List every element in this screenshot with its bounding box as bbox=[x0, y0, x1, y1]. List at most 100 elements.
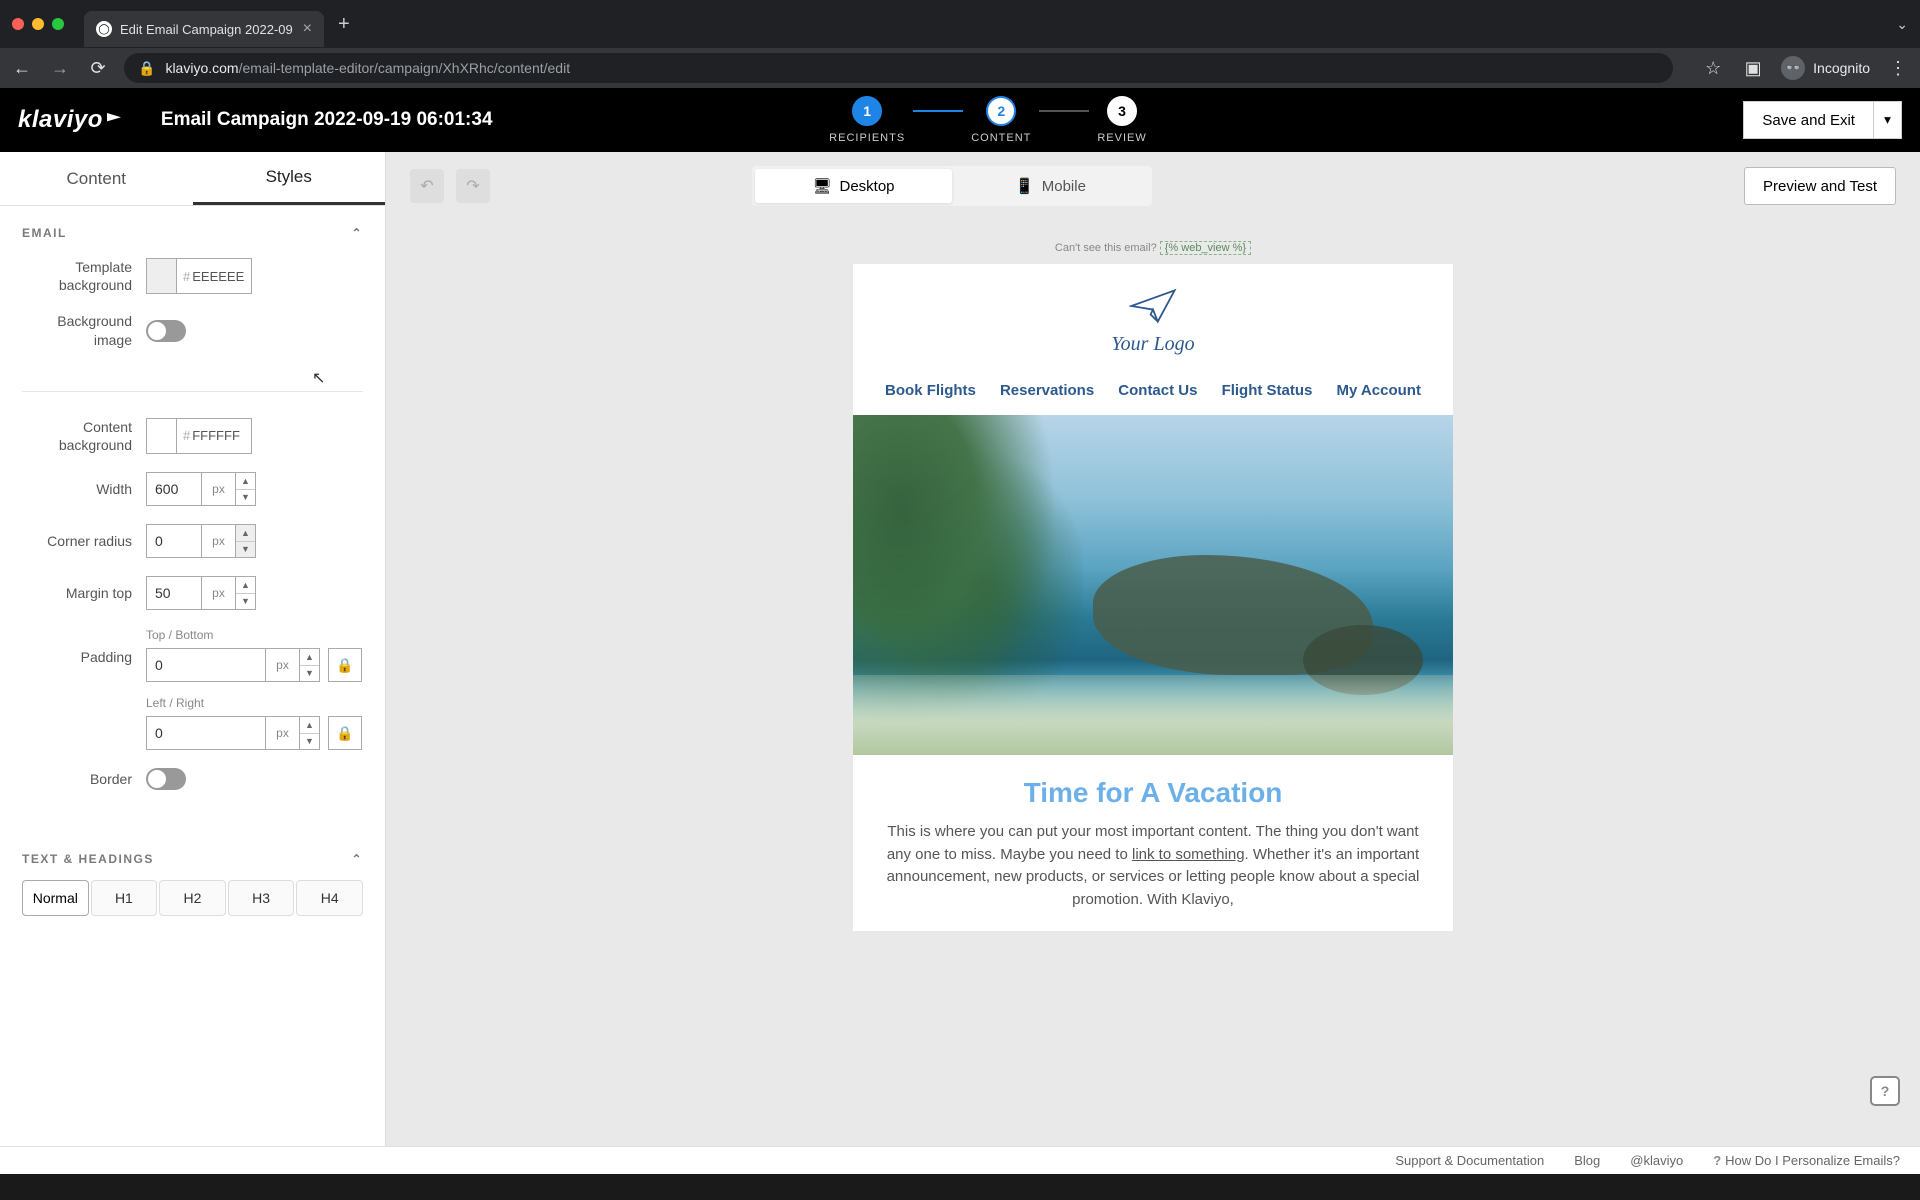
nav-book-flights[interactable]: Book Flights bbox=[885, 382, 976, 399]
padding-lr-input[interactable] bbox=[146, 716, 266, 750]
close-tab-icon[interactable]: × bbox=[303, 20, 312, 38]
progress-stepper: 1 RECIPIENTS 2 CONTENT 3 REVIEW bbox=[829, 96, 1147, 144]
lock-icon[interactable]: 🔒 bbox=[328, 648, 362, 682]
canvas-scroll[interactable]: Can't see this email? {% web_view %} You… bbox=[386, 220, 1920, 1146]
step-down-icon[interactable]: ▼ bbox=[300, 666, 319, 682]
desktop-view-button[interactable]: 🖥 Desktop bbox=[755, 169, 952, 203]
body-link[interactable]: link to something bbox=[1132, 846, 1245, 863]
step-down-icon[interactable]: ▼ bbox=[236, 490, 255, 506]
section-text-header[interactable]: TEXT & HEADINGS ⌃ bbox=[0, 832, 385, 880]
heading-tabs: Normal H1 H2 H3 H4 bbox=[0, 880, 385, 932]
template-bg-input[interactable]: #EEEEEE bbox=[176, 258, 252, 294]
app-header: klaviyo Email Campaign 2022-09-19 06:01:… bbox=[0, 88, 1920, 152]
step-down-icon[interactable]: ▼ bbox=[300, 734, 319, 750]
padding-tb-stepper[interactable]: ▲▼ bbox=[300, 648, 320, 682]
step-number: 1 bbox=[852, 96, 882, 126]
email-body-text[interactable]: This is where you can put your most impo… bbox=[853, 821, 1453, 931]
step-content[interactable]: 2 CONTENT bbox=[971, 96, 1031, 144]
email-content[interactable]: Your Logo Book Flights Reservations Cont… bbox=[853, 264, 1453, 931]
padding-lr-stepper[interactable]: ▲▼ bbox=[300, 716, 320, 750]
unit-px: px bbox=[266, 648, 300, 682]
nav-reservations[interactable]: Reservations bbox=[1000, 382, 1094, 399]
margin-stepper[interactable]: ▲▼ bbox=[236, 576, 256, 610]
mobile-view-button[interactable]: 📱 Mobile bbox=[952, 169, 1149, 203]
border-toggle[interactable] bbox=[146, 768, 186, 790]
step-label: RECIPIENTS bbox=[829, 132, 905, 144]
nav-flight-status[interactable]: Flight Status bbox=[1222, 382, 1313, 399]
email-logo[interactable]: Your Logo bbox=[853, 264, 1453, 370]
radius-stepper[interactable]: ▲▼ bbox=[236, 524, 256, 558]
content-bg-swatch[interactable] bbox=[146, 418, 176, 454]
step-review[interactable]: 3 REVIEW bbox=[1097, 96, 1146, 144]
tab-list-chevron-icon[interactable]: ⌄ bbox=[1896, 16, 1908, 33]
chevron-up-icon: ⌃ bbox=[351, 852, 363, 866]
step-up-icon[interactable]: ▲ bbox=[300, 649, 319, 666]
step-down-icon[interactable]: ▼ bbox=[236, 542, 255, 558]
footer-twitter-link[interactable]: @klaviyo bbox=[1630, 1153, 1683, 1168]
save-and-exit-button[interactable]: Save and Exit bbox=[1743, 101, 1874, 139]
web-view-tag[interactable]: {% web_view %} bbox=[1160, 241, 1251, 255]
step-up-icon[interactable]: ▲ bbox=[300, 717, 319, 734]
tab-styles[interactable]: Styles bbox=[193, 152, 386, 205]
footer-help-link[interactable]: ?How Do I Personalize Emails? bbox=[1713, 1153, 1900, 1168]
htab-h2[interactable]: H2 bbox=[159, 880, 226, 916]
section-email-header[interactable]: EMAIL ⌃ bbox=[0, 206, 385, 254]
maximize-window[interactable] bbox=[52, 18, 64, 30]
footer-support-link[interactable]: Support & Documentation bbox=[1395, 1153, 1544, 1168]
padding-tb-input[interactable] bbox=[146, 648, 266, 682]
reload-button[interactable]: ⟳ bbox=[86, 58, 110, 79]
radius-label: Corner radius bbox=[22, 532, 132, 550]
width-label: Width bbox=[22, 480, 132, 498]
logo-text: Your Logo bbox=[853, 333, 1453, 356]
tab-content[interactable]: Content bbox=[0, 152, 193, 205]
width-stepper[interactable]: ▲▼ bbox=[236, 472, 256, 506]
close-window[interactable] bbox=[12, 18, 24, 30]
hero-image[interactable] bbox=[853, 415, 1453, 755]
url-bar: ← → ⟳ 🔒 klaviyo.com/email-template-edito… bbox=[0, 48, 1920, 88]
address-bar[interactable]: 🔒 klaviyo.com/email-template-editor/camp… bbox=[124, 53, 1673, 83]
step-up-icon[interactable]: ▲ bbox=[236, 525, 255, 542]
lock-icon[interactable]: 🔒 bbox=[328, 716, 362, 750]
htab-normal[interactable]: Normal bbox=[22, 880, 89, 916]
step-number: 2 bbox=[986, 96, 1016, 126]
nav-contact-us[interactable]: Contact Us bbox=[1118, 382, 1197, 399]
help-bubble[interactable]: ? bbox=[1870, 1076, 1900, 1106]
undo-button[interactable]: ↶ bbox=[410, 169, 444, 203]
content-bg-input[interactable]: #FFFFFF bbox=[176, 418, 252, 454]
footer-blog-link[interactable]: Blog bbox=[1574, 1153, 1600, 1168]
preview-and-test-button[interactable]: Preview and Test bbox=[1744, 167, 1896, 205]
email-headline[interactable]: Time for A Vacation bbox=[853, 755, 1453, 821]
save-dropdown-button[interactable]: ▾ bbox=[1874, 101, 1902, 139]
forward-button[interactable]: → bbox=[48, 58, 72, 79]
email-preview[interactable]: Can't see this email? {% web_view %} You… bbox=[853, 232, 1453, 1146]
step-up-icon[interactable]: ▲ bbox=[236, 473, 255, 490]
htab-h3[interactable]: H3 bbox=[228, 880, 295, 916]
panel-icon[interactable]: ▣ bbox=[1741, 58, 1765, 79]
sidebar-tabs: Content Styles bbox=[0, 152, 385, 206]
mobile-icon: 📱 bbox=[1015, 177, 1034, 195]
width-input[interactable] bbox=[146, 472, 202, 506]
radius-input[interactable] bbox=[146, 524, 202, 558]
window-controls bbox=[12, 18, 64, 30]
back-button[interactable]: ← bbox=[10, 58, 34, 79]
template-bg-swatch[interactable] bbox=[146, 258, 176, 294]
incognito-indicator[interactable]: 👓 Incognito bbox=[1781, 56, 1870, 80]
bg-image-toggle[interactable] bbox=[146, 320, 186, 342]
bookmark-star-icon[interactable]: ☆ bbox=[1701, 58, 1725, 79]
step-recipients[interactable]: 1 RECIPIENTS bbox=[829, 96, 905, 144]
tab-title: Edit Email Campaign 2022-09 bbox=[120, 22, 293, 37]
step-down-icon[interactable]: ▼ bbox=[236, 594, 255, 610]
minimize-window[interactable] bbox=[32, 18, 44, 30]
nav-my-account[interactable]: My Account bbox=[1336, 382, 1420, 399]
kebab-menu-icon[interactable]: ⋮ bbox=[1886, 58, 1910, 79]
step-up-icon[interactable]: ▲ bbox=[236, 577, 255, 594]
redo-button[interactable]: ↷ bbox=[456, 169, 490, 203]
new-tab-button[interactable]: + bbox=[338, 13, 350, 36]
padding-lr-label: Left / Right bbox=[146, 696, 362, 710]
klaviyo-logo[interactable]: klaviyo bbox=[18, 106, 121, 134]
browser-tab[interactable]: ◯ Edit Email Campaign 2022-09 × bbox=[84, 11, 324, 47]
htab-h1[interactable]: H1 bbox=[91, 880, 158, 916]
campaign-title: Email Campaign 2022-09-19 06:01:34 bbox=[161, 109, 493, 131]
htab-h4[interactable]: H4 bbox=[296, 880, 363, 916]
margin-input[interactable] bbox=[146, 576, 202, 610]
